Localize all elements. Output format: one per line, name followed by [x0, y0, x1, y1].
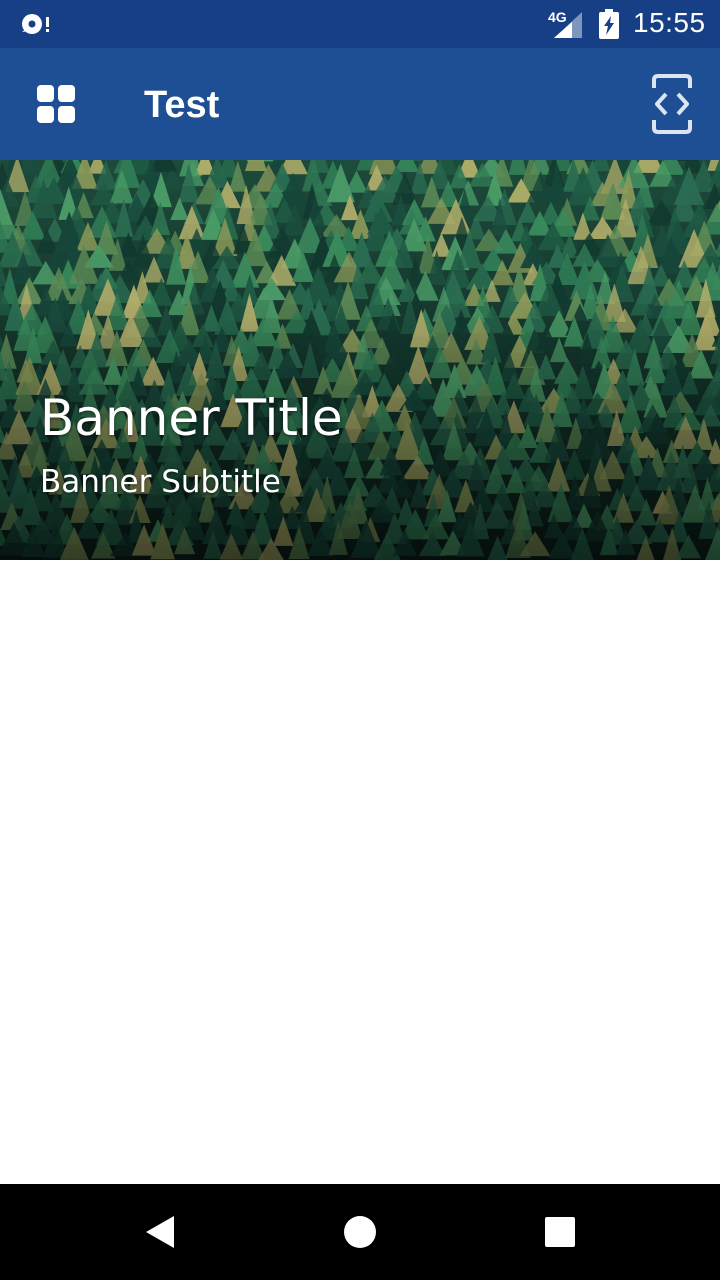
- apps-menu-button[interactable]: [20, 68, 92, 140]
- home-icon: [344, 1216, 376, 1248]
- home-button[interactable]: [324, 1196, 396, 1268]
- back-icon: [146, 1216, 174, 1248]
- back-button[interactable]: [124, 1196, 196, 1268]
- content-area: [0, 560, 720, 1184]
- recents-button[interactable]: [524, 1196, 596, 1268]
- navigation-bar: [0, 1184, 720, 1280]
- battery-charging-icon: [599, 9, 619, 39]
- screen: 4G 15:55 Test Banner Title Banner Subtit…: [0, 0, 720, 1280]
- banner-title: Banner Title: [40, 389, 343, 447]
- status-bar: 4G 15:55: [0, 0, 720, 48]
- banner[interactable]: Banner Title Banner Subtitle: [0, 160, 720, 560]
- clock: 15:55: [633, 7, 706, 38]
- signal-icon: [554, 12, 582, 38]
- banner-subtitle: Banner Subtitle: [40, 464, 281, 500]
- recents-icon: [545, 1217, 575, 1247]
- app-bar: Test: [0, 48, 720, 160]
- code-action-button[interactable]: [636, 68, 708, 140]
- sync-alert-icon: [22, 14, 49, 34]
- page-title: Test: [144, 84, 220, 126]
- apps-grid-icon: [37, 85, 75, 123]
- code-device-icon: [652, 74, 692, 134]
